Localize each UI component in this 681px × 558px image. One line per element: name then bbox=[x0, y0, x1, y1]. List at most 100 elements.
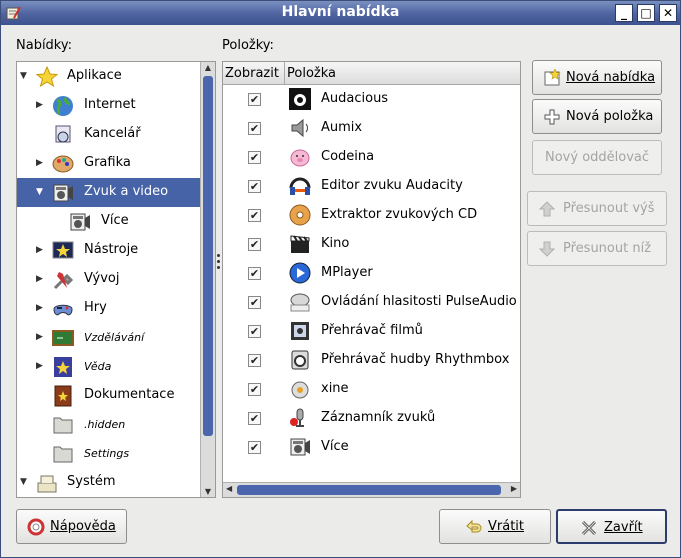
column-header-show[interactable]: Zobrazit bbox=[223, 62, 285, 85]
new-menu-button[interactable]: Nová nabídka bbox=[532, 60, 662, 95]
close-button[interactable]: Zavřít bbox=[556, 509, 667, 544]
list-item[interactable]: ✔ Extraktor zvukových CD bbox=[223, 201, 520, 230]
lifebuoy-icon bbox=[27, 518, 45, 536]
list-item-label: Editor zvuku Audacity bbox=[321, 178, 463, 193]
new-separator-label: Nový oddělovač bbox=[545, 150, 650, 165]
close-window-button[interactable]: ✕ bbox=[659, 4, 677, 22]
undo-icon bbox=[466, 519, 482, 533]
items-list[interactable]: Zobrazit Položka ◀ ▶ ✔ Audacious ✔ Aumix ✔ Co… bbox=[222, 61, 521, 498]
show-checkbox[interactable]: ✔ bbox=[248, 354, 261, 367]
scroll-right-arrow-icon[interactable]: ▶ bbox=[511, 484, 517, 493]
collapse-arrow-icon[interactable]: ▼ bbox=[20, 477, 30, 487]
audacity-icon bbox=[289, 177, 311, 195]
list-item[interactable]: ✔ Záznamník zvuků bbox=[223, 404, 520, 433]
list-item-label: Více bbox=[321, 439, 349, 454]
tree-item[interactable]: ▶ Nástroje bbox=[17, 236, 201, 265]
tree-item-label: .hidden bbox=[84, 418, 126, 431]
system-icon bbox=[37, 475, 57, 493]
tree-scrollbar[interactable]: ▲ ▼ bbox=[200, 62, 215, 497]
tree-item[interactable]: ▶ Hry bbox=[17, 294, 201, 323]
tree-item-label: Settings bbox=[84, 447, 130, 460]
tree-item-label: Hry bbox=[84, 300, 107, 315]
show-checkbox[interactable]: ✔ bbox=[248, 267, 261, 280]
tree-item-label: Vzdělávání bbox=[84, 331, 145, 344]
list-item[interactable]: ✔ Přehrávač hudby Rhythmbox bbox=[223, 346, 520, 375]
collapse-arrow-icon[interactable]: ▼ bbox=[20, 71, 30, 81]
show-checkbox[interactable]: ✔ bbox=[248, 441, 261, 454]
tree-item[interactable]: ▶ Grafika bbox=[17, 149, 201, 178]
show-checkbox[interactable]: ✔ bbox=[248, 412, 261, 425]
list-item[interactable]: ✔ Editor zvuku Audacity bbox=[223, 172, 520, 201]
new-item-button[interactable]: Nová položka bbox=[532, 99, 662, 134]
show-checkbox[interactable]: ✔ bbox=[248, 93, 261, 106]
science-icon bbox=[54, 357, 72, 377]
scroll-left-arrow-icon[interactable]: ◀ bbox=[226, 484, 232, 493]
tree-item[interactable]: Dokumentace bbox=[17, 381, 201, 410]
expand-arrow-icon[interactable]: ▶ bbox=[36, 100, 46, 110]
expand-arrow-icon[interactable]: ▶ bbox=[36, 303, 46, 313]
tree-item[interactable]: ▶ Vývoj bbox=[17, 265, 201, 294]
show-checkbox[interactable]: ✔ bbox=[248, 296, 261, 309]
column-header-item[interactable]: Položka bbox=[285, 62, 520, 85]
list-item-label: Ovládání hlasitosti PulseAudio bbox=[321, 294, 517, 309]
tree-item[interactable]: Settings bbox=[17, 439, 201, 468]
minimize-button[interactable]: _ bbox=[615, 4, 633, 22]
help-button[interactable]: Nápověda bbox=[16, 509, 127, 544]
scroll-up-arrow-icon[interactable]: ▲ bbox=[203, 63, 213, 72]
list-item[interactable]: ✔ Více bbox=[223, 433, 520, 462]
list-item[interactable]: ✔ Přehrávač filmů bbox=[223, 317, 520, 346]
pane-splitter[interactable] bbox=[216, 251, 221, 281]
tree-item[interactable]: Více bbox=[17, 207, 201, 236]
list-item[interactable]: ✔ Kino bbox=[223, 230, 520, 259]
list-item[interactable]: ✔ xine bbox=[223, 375, 520, 404]
tree-item[interactable]: ▼ Aplikace bbox=[17, 62, 201, 91]
list-item-label: Záznamník zvuků bbox=[321, 410, 436, 425]
tree-scroll-thumb[interactable] bbox=[203, 76, 213, 436]
list-item[interactable]: ✔ MPlayer bbox=[223, 259, 520, 288]
list-item[interactable]: ✔ Audacious bbox=[223, 85, 520, 114]
list-item[interactable]: ✔ Aumix bbox=[223, 114, 520, 143]
tree-item-label: Vývoj bbox=[84, 271, 120, 286]
tools-icon bbox=[52, 241, 74, 259]
revert-button[interactable]: Vrátit bbox=[439, 509, 551, 544]
show-checkbox[interactable]: ✔ bbox=[248, 325, 261, 338]
multimedia-icon bbox=[53, 184, 73, 202]
show-checkbox[interactable]: ✔ bbox=[248, 151, 261, 164]
list-scroll-thumb[interactable] bbox=[237, 485, 501, 495]
list-horizontal-scrollbar[interactable]: ◀ ▶ bbox=[223, 482, 520, 497]
expand-arrow-icon[interactable]: ▶ bbox=[36, 158, 46, 168]
expand-arrow-icon[interactable]: ▶ bbox=[36, 245, 46, 255]
new-separator-button[interactable]: Nový oddělovač bbox=[532, 140, 662, 175]
list-item[interactable]: ✔ Ovládání hlasitosti PulseAudio bbox=[223, 288, 520, 317]
tree-item-label: Aplikace bbox=[67, 68, 122, 83]
sound-recorder-icon bbox=[290, 408, 304, 427]
expand-arrow-icon[interactable]: ▶ bbox=[36, 361, 46, 371]
tree-item[interactable]: .hidden bbox=[17, 410, 201, 439]
list-header: Zobrazit Položka bbox=[223, 62, 520, 85]
expand-arrow-icon[interactable]: ▶ bbox=[36, 332, 46, 342]
tree-item[interactable]: ▼ Zvuk a video bbox=[17, 178, 201, 207]
collapse-arrow-icon[interactable]: ▼ bbox=[36, 187, 46, 197]
tree-item[interactable]: ▶ Vzdělávání bbox=[17, 323, 201, 352]
expand-arrow-icon[interactable]: ▶ bbox=[36, 274, 46, 284]
globe-icon bbox=[53, 96, 73, 116]
show-checkbox[interactable]: ✔ bbox=[248, 180, 261, 193]
maximize-button[interactable]: □ bbox=[637, 4, 655, 22]
list-item[interactable]: ✔ Codeina bbox=[223, 143, 520, 172]
menu-tree[interactable]: ▼ Systém Settings .hidden Dokumentace ▶ Věda ▶ V… bbox=[16, 61, 216, 498]
title-bar[interactable]: Hlavní nabídka _ □ ✕ bbox=[1, 1, 680, 25]
tree-item[interactable]: Kancelář bbox=[17, 120, 201, 149]
show-checkbox[interactable]: ✔ bbox=[248, 238, 261, 251]
list-item-label: Codeina bbox=[321, 149, 375, 164]
move-down-button[interactable]: Přesunout níž bbox=[527, 231, 667, 266]
move-up-button[interactable]: Přesunout výš bbox=[527, 191, 667, 226]
show-checkbox[interactable]: ✔ bbox=[248, 209, 261, 222]
tree-item-label: Kancelář bbox=[84, 126, 141, 141]
tree-item[interactable]: ▶ Věda bbox=[17, 352, 201, 381]
tree-item[interactable]: ▼ Systém bbox=[17, 468, 201, 497]
show-checkbox[interactable]: ✔ bbox=[248, 383, 261, 396]
scroll-down-arrow-icon[interactable]: ▼ bbox=[203, 487, 213, 496]
show-checkbox[interactable]: ✔ bbox=[248, 122, 261, 135]
folder-icon bbox=[53, 417, 73, 434]
tree-item[interactable]: ▶ Internet bbox=[17, 91, 201, 120]
